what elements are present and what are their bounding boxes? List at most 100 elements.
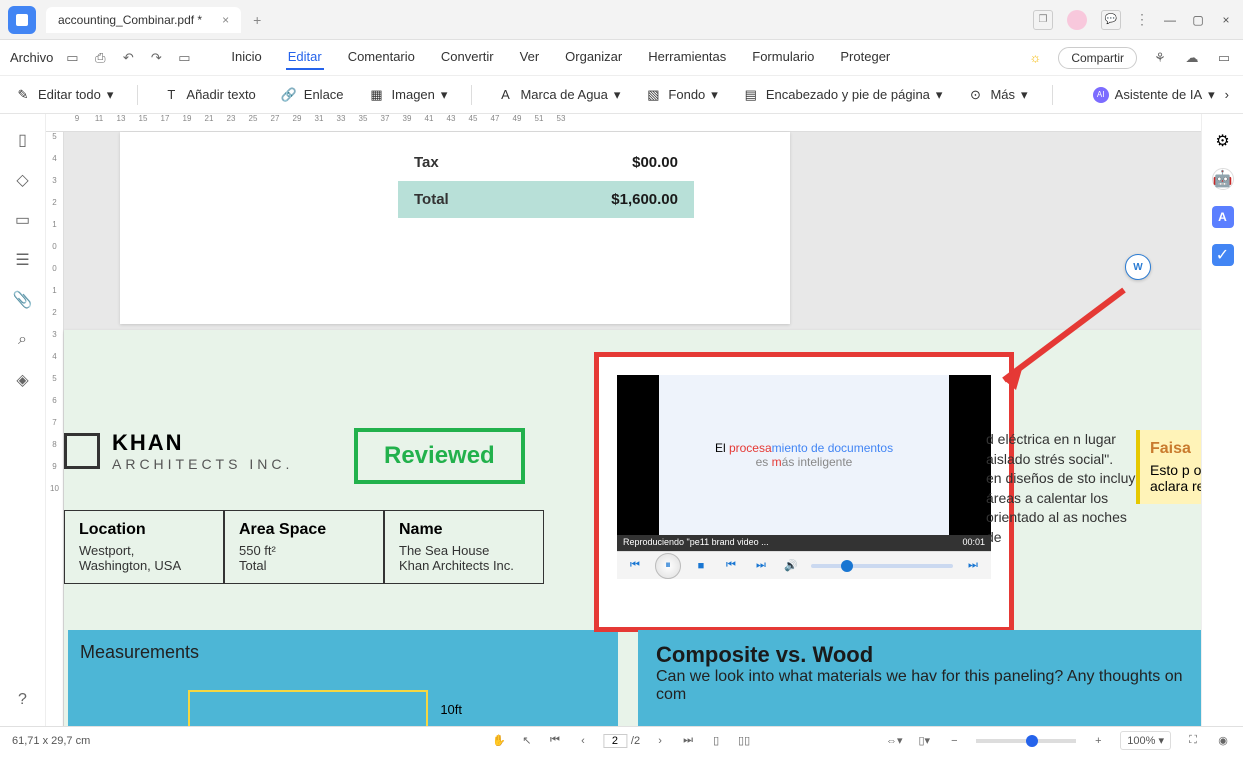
open-icon[interactable]: ▭ [63,49,81,67]
last-page-icon[interactable]: ⏭ [680,733,696,749]
next-page-icon[interactable]: › [652,733,668,749]
zoom-out-icon[interactable]: − [946,733,962,749]
zoom-in-icon[interactable]: + [1090,733,1106,749]
check-icon[interactable]: ✓ [1212,244,1234,266]
page-number-input[interactable] [603,734,627,748]
save-icon[interactable]: ⎙ [91,49,109,67]
measurements-title: Measurements [80,642,606,663]
ai-label: Asistente de IA [1115,87,1202,102]
chat-icon[interactable]: 💬 [1101,10,1121,30]
tab-comentario[interactable]: Comentario [346,45,417,70]
cloud-icon[interactable]: ☁ [1183,49,1201,67]
tab-proteger[interactable]: Proteger [838,45,892,70]
select-tool-icon[interactable]: ↖ [519,733,535,749]
comment-panel-icon[interactable]: ▭ [13,210,33,230]
red-arrow-annotation [974,280,1154,400]
sticky-author: Faisa [1150,440,1201,458]
video-pause-icon[interactable]: ⏸ [655,553,681,579]
more-label: Más [990,87,1015,102]
document-tab[interactable]: accounting_Combinar.pdf * × [46,7,241,33]
translate-icon[interactable]: A [1212,206,1234,228]
sliders-icon[interactable]: ⚙ [1212,130,1234,152]
attachment-icon[interactable]: 📎 [13,290,33,310]
company-header: KHAN ARCHITECTS INC. [64,430,293,472]
layers-icon[interactable]: ◈ [13,370,33,390]
menubar: Archivo ▭ ⎙ ↶ ↷ ▭ Inicio Editar Comentar… [0,40,1243,76]
video-seek-slider[interactable] [811,564,953,568]
video-annotation-box: El procesamiento de documentos es más in… [594,352,1014,632]
window-minimize[interactable]: — [1163,13,1177,27]
more-menu-icon[interactable]: ⋮ [1135,11,1149,28]
document-viewport[interactable]: 9111315171921232527293133353739414345474… [46,114,1201,726]
page-2: KHAN ARCHITECTS INC. Reviewed Location W… [64,330,1201,726]
share-link-icon[interactable]: ⚘ [1151,49,1169,67]
panel-icon[interactable]: ❐ [1033,10,1053,30]
edit-all-button[interactable]: ✎ Editar todo▾ [14,86,113,104]
info-table: Location Westport, Washington, USA Area … [64,510,544,584]
canvas: Tax $00.00 Total $1,600.00 KHAN ARCHITEC… [64,132,1201,726]
link-button[interactable]: 🔗 Enlace [280,86,344,104]
tab-close-icon[interactable]: × [222,13,229,27]
loc-header: Location [79,521,209,539]
help-icon[interactable]: ? [13,690,33,710]
link-icon: 🔗 [280,86,298,104]
header-footer-button[interactable]: ▤ Encabezado y pie de página▾ [742,86,943,104]
tab-inicio[interactable]: Inicio [229,45,263,70]
more-button[interactable]: ⊙ Más▾ [966,86,1027,104]
add-text-button[interactable]: T Añadir texto [162,86,255,104]
search-icon[interactable]: ⌕ [13,330,33,350]
read-mode-icon[interactable]: ◉ [1215,733,1231,749]
video-stop-icon[interactable]: ■ [691,556,711,576]
video-next-icon[interactable]: ⏭ [751,556,771,576]
background-button[interactable]: ▧ Fondo▾ [644,86,717,104]
video-forward-fast-icon[interactable]: ⏭ [963,556,983,576]
vertical-ruler: 543210012345678910 [46,132,64,726]
robot-icon[interactable]: 🤖 [1212,168,1234,190]
tab-organizar[interactable]: Organizar [563,45,624,70]
zoom-slider[interactable] [976,739,1076,743]
undo-icon[interactable]: ↶ [119,49,137,67]
first-page-icon[interactable]: ⏮ [547,733,563,749]
bookmark-icon[interactable]: ◇ [13,170,33,190]
fit-page-icon[interactable]: ▯▾ [916,733,932,749]
tax-value: $00.00 [632,154,678,171]
user-avatar[interactable] [1067,10,1087,30]
add-tab-button[interactable]: + [253,12,261,28]
hand-tool-icon[interactable]: ✋ [491,733,507,749]
fit-width-icon[interactable]: ⇔▾ [886,733,902,749]
composite-heading: Composite vs. Wood [656,642,1183,668]
single-page-icon[interactable]: ▯ [708,733,724,749]
export-word-icon[interactable]: W [1125,254,1151,280]
ai-assistant-button[interactable]: AI Asistente de IA▾› [1093,87,1229,103]
thumbnails-icon[interactable]: ▯ [13,130,33,150]
window-maximize[interactable]: ▢ [1191,13,1205,27]
window-close[interactable]: × [1219,13,1233,27]
video-rewind-fast-icon[interactable]: ⏮ [625,556,645,576]
print-icon[interactable]: ▭ [175,49,193,67]
tab-ver[interactable]: Ver [518,45,542,70]
fullscreen-icon[interactable]: ⛶ [1185,733,1201,749]
share-button[interactable]: Compartir [1058,47,1137,69]
ribbon-tabs: Inicio Editar Comentario Convertir Ver O… [229,45,892,70]
video-volume-icon[interactable]: 🔊 [781,556,801,576]
prev-page-icon[interactable]: ‹ [575,733,591,749]
panel2-icon[interactable]: ▭ [1215,49,1233,67]
tab-formulario[interactable]: Formulario [750,45,816,70]
v-l2a: es [756,455,772,469]
video-prev-icon[interactable]: ⏮ [721,556,741,576]
video-player[interactable]: El procesamiento de documentos es más in… [617,375,991,535]
image-button[interactable]: ▦ Imagen▾ [368,86,448,104]
redo-icon[interactable]: ↷ [147,49,165,67]
name-v1: The Sea House [399,543,529,558]
watermark-button[interactable]: A Marca de Agua▾ [496,86,620,104]
two-page-icon[interactable]: ▯▯ [736,733,752,749]
tab-editar[interactable]: Editar [286,45,324,70]
lightbulb-icon[interactable]: ☼ [1026,49,1044,67]
fields-icon[interactable]: ☰ [13,250,33,270]
tax-label: Tax [414,154,439,171]
sticky-note[interactable]: Faisa Esto p otra re aclara revisa [1136,430,1201,504]
tab-convertir[interactable]: Convertir [439,45,496,70]
tab-herramientas[interactable]: Herramientas [646,45,728,70]
file-menu[interactable]: Archivo [10,50,53,65]
zoom-level[interactable]: 100% ▾ [1120,731,1171,750]
